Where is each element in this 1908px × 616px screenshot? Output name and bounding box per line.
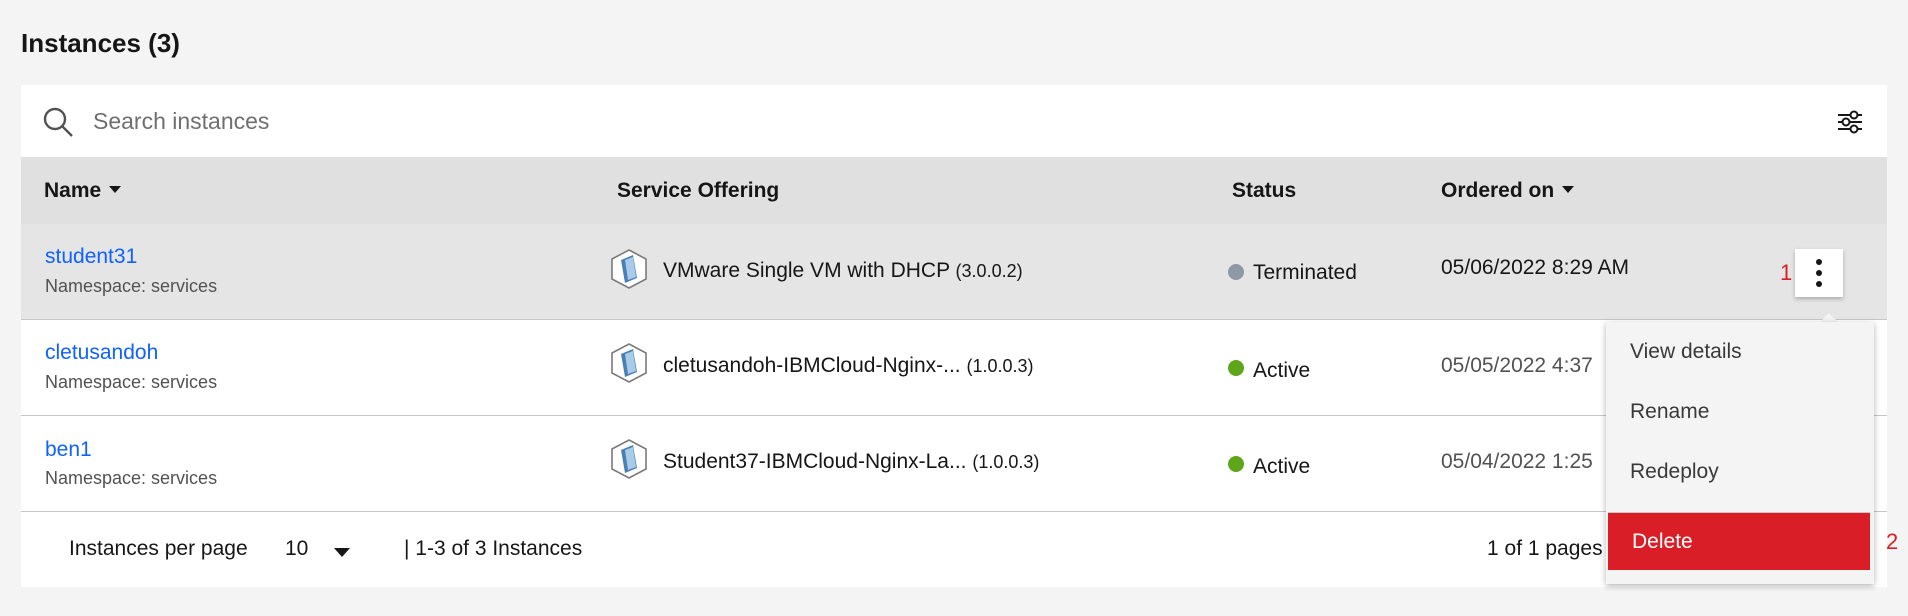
ordered-on-date: 05/06/2022 8:29 AM [1441,256,1629,279]
service-offering-icon [611,249,647,289]
page-title: Instances (3) [21,28,180,58]
service-offering-version: (1.0.0.3) [972,452,1040,472]
service-offering-version: (3.0.0.2) [955,261,1023,281]
chevron-down-icon[interactable] [334,548,350,557]
ordered-on-date: 05/04/2022 1:25 [1441,450,1593,473]
overflow-dot [1816,259,1822,265]
instance-namespace: Namespace: services [45,276,218,296]
column-header-service-offering: Service Offering [617,179,780,202]
sort-down-icon [1562,185,1575,193]
status-indicator-icon [1228,360,1244,376]
search-bar [21,85,1887,157]
search-input[interactable] [93,97,1793,145]
instance-namespace: Namespace: services [45,468,218,488]
service-offering-name: cletusandoh-IBMCloud-Nginx-... (1.0.0.3) [663,354,1034,377]
service-offering-name: VMware Single VM with DHCP (3.0.0.2) [663,259,1023,282]
annotation-marker-1: 1 [1780,260,1793,285]
ordered-on-date: 05/05/2022 4:37 [1441,354,1593,377]
overflow-menu: View details Rename Redeploy Delete [1606,322,1874,584]
service-offering-icon [611,343,647,383]
table-row[interactable]: student31 Namespace: services VMware Sin… [21,224,1887,320]
overflow-dot [1816,281,1822,287]
instance-name-link[interactable]: ben1 [45,438,92,462]
menu-item-view-details[interactable]: View details [1606,322,1874,382]
instance-namespace: Namespace: services [45,372,218,392]
filter-settings-icon[interactable] [1835,107,1865,137]
column-header-name[interactable]: Name [44,157,122,224]
overflow-menu-button[interactable] [1795,249,1843,297]
items-per-page-label: Instances per page [69,537,248,560]
sort-down-icon [109,185,122,193]
menu-item-redeploy[interactable]: Redeploy [1606,442,1874,502]
table-header: Name Service Offering Status Ordered on [21,157,1887,224]
instance-name-link[interactable]: cletusandoh [45,341,158,365]
status-indicator-icon [1228,264,1244,280]
service-offering-icon [611,439,647,479]
annotation-marker-2: 2 [1886,529,1899,554]
items-per-page-select[interactable]: 10 [285,537,308,561]
column-header-ordered-on[interactable]: Ordered on [1441,157,1575,224]
instance-name-link[interactable]: student31 [45,245,137,269]
menu-item-delete[interactable]: Delete [1608,512,1870,570]
status-text: Active [1253,455,1311,478]
search-icon [43,107,73,137]
pagination-pages: 1 of 1 pages [1487,537,1603,560]
pagination-range: | 1-3 of 3 Instances [404,537,583,560]
service-offering-name: Student37-IBMCloud-Nginx-La... (1.0.0.3) [663,450,1040,473]
menu-caret [1820,313,1838,322]
service-offering-version: (1.0.0.3) [966,356,1034,376]
column-header-status: Status [1232,179,1297,202]
menu-item-rename[interactable]: Rename [1606,382,1874,442]
status-text: Active [1253,359,1311,382]
status-text: Terminated [1253,261,1357,284]
overflow-dot [1816,270,1822,276]
status-indicator-icon [1228,456,1244,472]
